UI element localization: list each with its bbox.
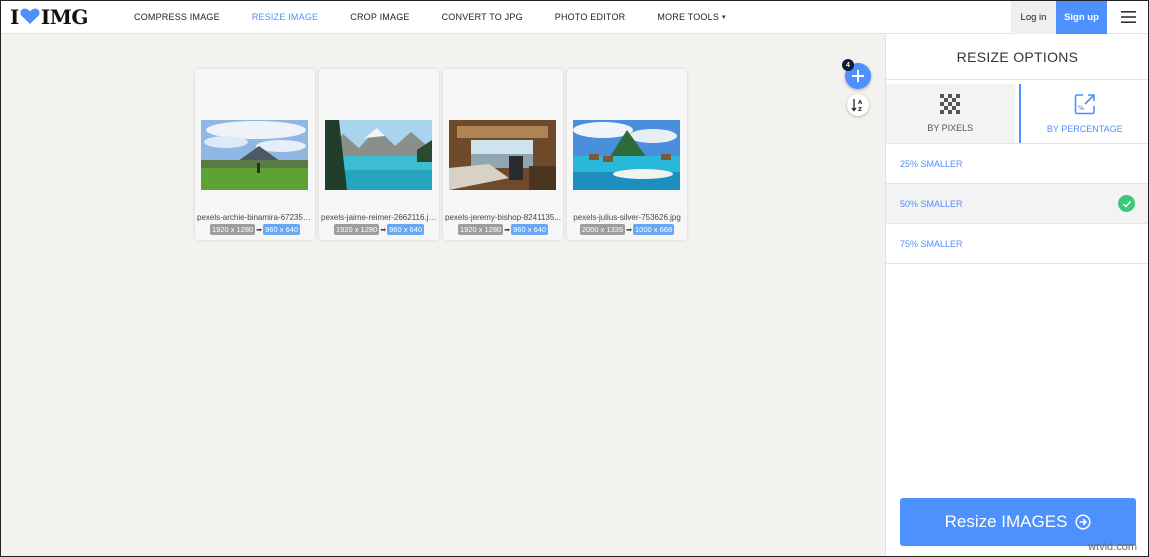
- panel-title: RESIZE OPTIONS: [886, 34, 1149, 80]
- file-card[interactable]: pexels-julius-silver-753626.jpg 2000 x 1…: [567, 69, 687, 240]
- option-50-smaller[interactable]: 50% SMALLER: [886, 184, 1149, 224]
- tab-label: BY PERCENTAGE: [1046, 124, 1123, 134]
- signup-button[interactable]: Sign up: [1056, 0, 1107, 34]
- pixels-grid-icon: [940, 94, 961, 116]
- option-25-smaller[interactable]: 25% SMALLER: [886, 144, 1149, 184]
- hamburger-menu-icon[interactable]: [1107, 0, 1149, 34]
- option-label: 50% SMALLER: [900, 198, 963, 209]
- dimension-row: 1920 x 1280 ➡ 960 x 640: [443, 224, 563, 235]
- resize-options-panel: RESIZE OPTIONS BY PIXELS % BY PERCENTAGE…: [885, 34, 1149, 557]
- file-name: pexels-julius-silver-753626.jpg: [573, 213, 681, 222]
- arrow-right-icon: ➡: [380, 226, 387, 234]
- new-dimensions: 960 x 640: [511, 224, 549, 235]
- arrow-right-icon: ➡: [256, 226, 263, 234]
- file-name: pexels-jeremy-bishop-8241135...: [445, 213, 561, 222]
- logo-text-right: IMG: [40, 4, 89, 29]
- file-thumbnail: [325, 120, 432, 190]
- dimension-row: 2000 x 1335 ➡ 1000 x 668: [567, 224, 687, 235]
- nav-label: CONVERT TO JPG: [441, 11, 523, 22]
- nav-label: CROP IMAGE: [350, 11, 410, 22]
- nav-photo-editor[interactable]: PHOTO EDITOR: [539, 0, 642, 34]
- svg-text:Z: Z: [858, 107, 862, 112]
- file-thumbnail: [573, 120, 680, 190]
- file-thumbnail: [449, 120, 556, 190]
- arrow-right-icon: ➡: [626, 226, 633, 234]
- nav-label: MORE TOOLS: [657, 11, 720, 22]
- caret-down-icon: ▾: [722, 13, 726, 21]
- original-dimensions: 1920 x 1280: [209, 224, 256, 235]
- tab-by-pixels[interactable]: BY PIXELS: [886, 84, 1015, 143]
- new-dimensions: 960 x 640: [263, 224, 301, 235]
- original-dimensions: 1920 x 1280: [457, 224, 504, 235]
- ilovimg-logo[interactable]: I IMG: [10, 5, 110, 29]
- resize-mode-tabs: BY PIXELS % BY PERCENTAGE: [886, 80, 1149, 144]
- file-card[interactable]: pexels-jeremy-bishop-8241135... 1920 x 1…: [443, 69, 563, 240]
- file-count-badge: 4: [842, 59, 854, 71]
- plus-icon: [852, 70, 864, 82]
- option-label: 25% SMALLER: [900, 158, 963, 169]
- logo-text-left: I: [10, 4, 19, 29]
- watermark: wtvid.com: [1088, 541, 1137, 553]
- sort-az-button[interactable]: A Z: [847, 94, 869, 116]
- resize-images-button[interactable]: Resize IMAGES: [900, 498, 1136, 546]
- login-button[interactable]: Log in: [1011, 0, 1056, 34]
- option-label: 75% SMALLER: [900, 238, 963, 249]
- tab-label: BY PIXELS: [927, 123, 974, 133]
- original-dimensions: 1920 x 1280: [333, 224, 380, 235]
- nav-crop-image[interactable]: CROP IMAGE: [334, 0, 425, 34]
- heart-icon: [20, 8, 40, 25]
- nav-label: RESIZE IMAGE: [251, 11, 319, 22]
- option-75-smaller[interactable]: 75% SMALLER: [886, 224, 1149, 264]
- file-name: pexels-archie-binamira-672358...: [197, 213, 313, 222]
- nav-more-tools[interactable]: MORE TOOLS ▾: [641, 0, 741, 34]
- sort-az-icon: A Z: [851, 99, 863, 112]
- arrow-right-icon: ➡: [504, 226, 511, 234]
- svg-text:%: %: [1078, 105, 1084, 112]
- new-dimensions: 960 x 640: [387, 224, 425, 235]
- resize-button-label: Resize IMAGES: [944, 512, 1068, 531]
- original-dimensions: 2000 x 1335: [579, 224, 626, 235]
- nav-compress-image[interactable]: COMPRESS IMAGE: [118, 0, 236, 34]
- nav-convert-to-jpg[interactable]: CONVERT TO JPG: [426, 0, 539, 34]
- file-name: pexels-jaime-reimer-2662116.jp...: [321, 213, 437, 222]
- nav-label: PHOTO EDITOR: [554, 11, 626, 22]
- file-list: pexels-archie-binamira-672358... 1920 x …: [195, 69, 691, 240]
- svg-text:A: A: [858, 100, 863, 106]
- dimension-row: 1920 x 1280 ➡ 960 x 640: [195, 224, 315, 235]
- file-card[interactable]: pexels-archie-binamira-672358... 1920 x …: [195, 69, 315, 240]
- nav-label: COMPRESS IMAGE: [134, 11, 220, 22]
- arrow-circle-right-icon: [1075, 514, 1091, 530]
- file-thumbnail: [201, 120, 308, 190]
- dimension-row: 1920 x 1280 ➡ 960 x 640: [319, 224, 439, 235]
- new-dimensions: 1000 x 668: [633, 224, 675, 235]
- checkmark-icon: [1118, 195, 1135, 212]
- top-header: I IMG COMPRESS IMAGE RESIZE IMAGE CROP I…: [0, 0, 1149, 34]
- main-nav: COMPRESS IMAGE RESIZE IMAGE CROP IMAGE C…: [118, 0, 742, 34]
- nav-resize-image[interactable]: RESIZE IMAGE: [236, 0, 334, 34]
- file-card[interactable]: pexels-jaime-reimer-2662116.jp... 1920 x…: [319, 69, 439, 240]
- file-workspace: pexels-archie-binamira-672358... 1920 x …: [0, 34, 885, 557]
- resize-percent-icon: %: [1074, 93, 1096, 117]
- tab-by-percentage[interactable]: % BY PERCENTAGE: [1018, 84, 1149, 143]
- header-actions: Log in Sign up: [1011, 0, 1149, 34]
